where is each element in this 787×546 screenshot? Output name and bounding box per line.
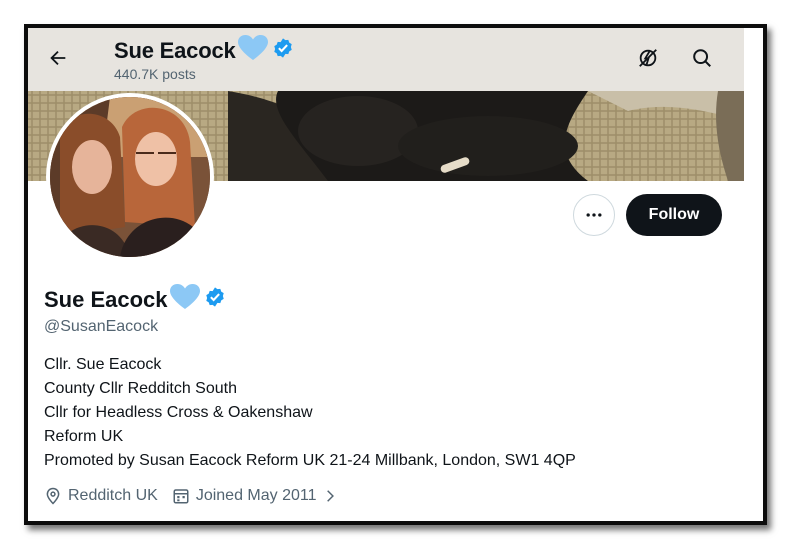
avatar-photo (50, 97, 210, 257)
top-bar: Sue Eacock 440.7K posts (28, 28, 744, 91)
joined-item[interactable]: Joined May 2011 (172, 487, 337, 505)
bio-line: County Cllr Redditch South (44, 380, 237, 397)
more-options-button[interactable] (573, 194, 615, 236)
profile-name-text: Sue Eacock (44, 287, 168, 312)
profile-handle: @SusanEacock (44, 318, 159, 335)
joined-text: Joined May 2011 (195, 487, 317, 504)
bio-line: Reform UK (44, 428, 124, 445)
verified-badge-icon[interactable] (272, 37, 294, 65)
follow-button[interactable]: Follow (626, 194, 722, 236)
profile-meta: Redditch UK Joined May 2011 (44, 487, 351, 505)
bio-line: Cllr for Headless Cross & Oakenshaw (44, 404, 313, 421)
calendar-icon (173, 489, 189, 504)
back-button[interactable] (42, 42, 74, 74)
bolt-off-icon (639, 49, 657, 67)
header-name: Sue Eacock (114, 35, 294, 67)
blue-heart-icon (237, 35, 268, 67)
location-pin-icon (46, 487, 60, 505)
location-text: Redditch UK (68, 487, 158, 504)
post-count: 440.7K posts (114, 66, 196, 82)
chevron-right-icon (326, 490, 334, 502)
blue-heart-icon (169, 284, 200, 316)
location-item: Redditch UK (44, 487, 158, 505)
arrow-left-icon (50, 50, 66, 66)
more-horizontal-icon (586, 213, 602, 217)
profile-bio: Cllr. Sue Eacock County Cllr Redditch So… (44, 353, 576, 473)
search-icon (693, 49, 711, 67)
bio-line: Cllr. Sue Eacock (44, 356, 162, 373)
profile-avatar[interactable] (46, 93, 214, 261)
verified-badge-icon[interactable] (204, 286, 226, 314)
bolt-off-button[interactable] (632, 42, 664, 74)
bio-line: Promoted by Susan Eacock Reform UK 21-24… (44, 452, 576, 469)
profile-name: Sue Eacock (44, 284, 226, 316)
scrollbar-track[interactable] (744, 28, 763, 521)
screenshot-frame: Sue Eacock 440.7K posts Follow Sue Eacoc… (24, 24, 767, 525)
header-name-text: Sue Eacock (114, 38, 236, 63)
search-button[interactable] (686, 42, 718, 74)
